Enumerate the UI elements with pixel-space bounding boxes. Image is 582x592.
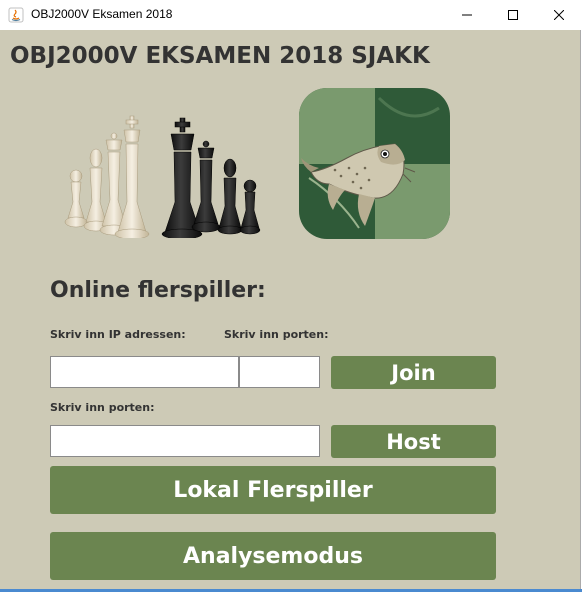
java-app-icon: [8, 7, 24, 23]
close-icon: [554, 10, 564, 20]
online-multiplayer-heading: Online flerspiller:: [50, 278, 266, 303]
host-port-label: Skriv inn porten:: [50, 401, 155, 414]
page-title: OBJ2000V EKSAMEN 2018 SJAKK: [10, 43, 430, 69]
join-port-label: Skriv inn porten:: [224, 328, 329, 341]
app-window: OBJ2000V Eksamen 2018 OBJ2000V EKSAMEN 2…: [0, 0, 582, 592]
host-port-input[interactable]: [50, 425, 320, 457]
local-multiplayer-button[interactable]: Lokal Flerspiller: [50, 466, 496, 514]
maximize-button[interactable]: [490, 0, 536, 30]
title-bar[interactable]: OBJ2000V Eksamen 2018: [0, 0, 582, 30]
host-button[interactable]: Host: [331, 425, 496, 458]
main-panel: OBJ2000V EKSAMEN 2018 SJAKK Online flers…: [0, 30, 581, 589]
join-button[interactable]: Join: [331, 356, 496, 389]
window-title: OBJ2000V Eksamen 2018: [31, 7, 173, 21]
maximize-icon: [508, 10, 518, 20]
close-button[interactable]: [536, 0, 582, 30]
chess-pieces-image: [64, 115, 261, 238]
minimize-icon: [462, 14, 472, 16]
minimize-button[interactable]: [444, 0, 490, 30]
fish-logo-image: [299, 88, 450, 239]
analysis-mode-button[interactable]: Analysemodus: [50, 532, 496, 580]
ip-address-label: Skriv inn IP adressen:: [50, 328, 186, 341]
ip-address-input[interactable]: [50, 356, 239, 388]
join-port-input[interactable]: [239, 356, 320, 388]
